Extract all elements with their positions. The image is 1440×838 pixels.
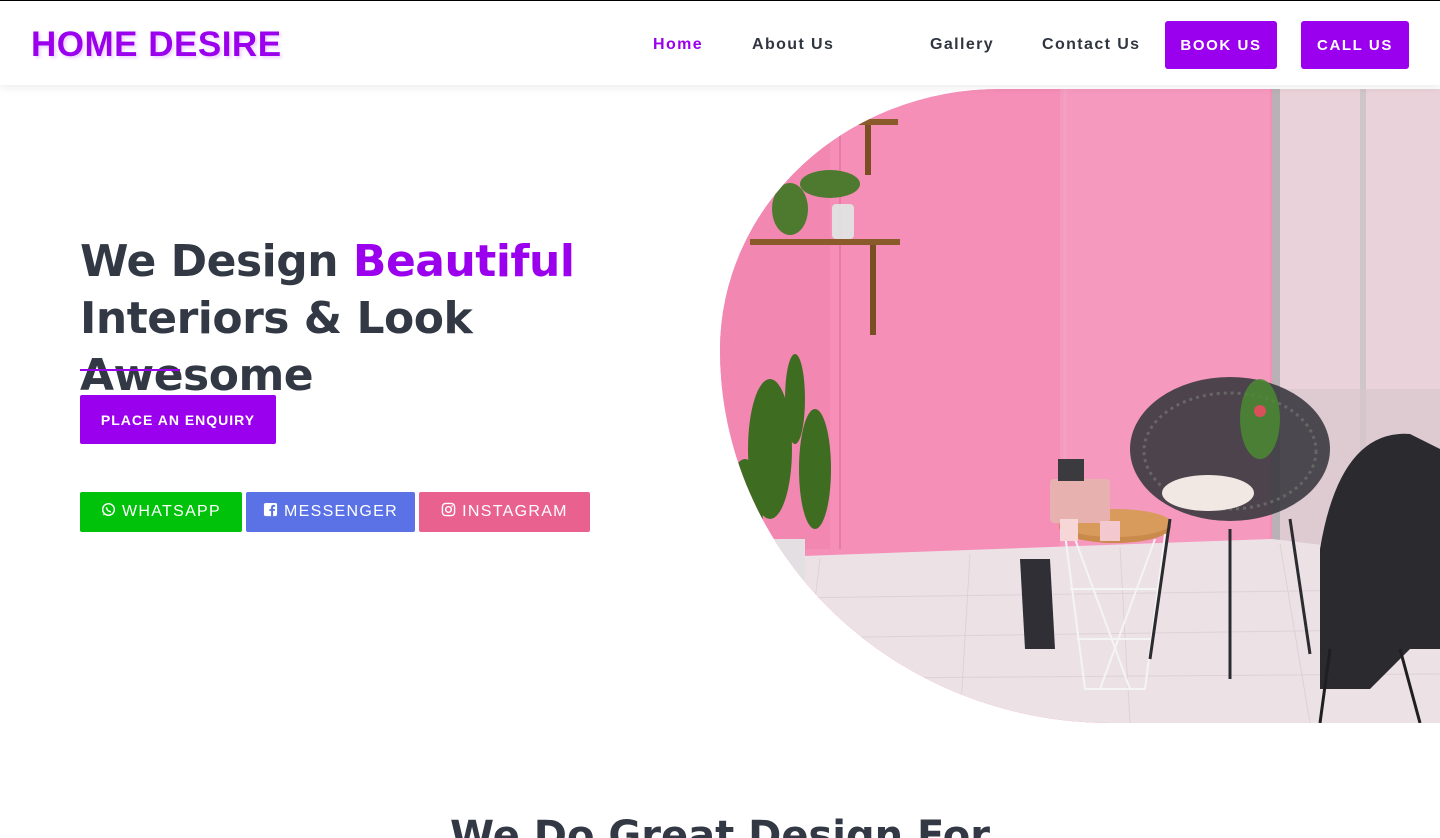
messenger-button[interactable]: MESSENGER [246,492,415,532]
headline-divider [80,369,180,371]
site-header: HOME DESIRE Home About Us Gallery Contac… [0,1,1440,85]
facebook-icon [263,502,278,522]
book-us-button[interactable]: BOOK US [1165,21,1277,69]
nav-link-home[interactable]: Home [653,35,703,55]
headline-accent: Beautiful [352,236,575,287]
whatsapp-icon [101,502,116,522]
instagram-icon [441,502,456,522]
messenger-label: MESSENGER [284,503,398,520]
hero-image [720,89,1440,723]
nav-link-gallery[interactable]: Gallery [930,35,994,55]
call-us-button[interactable]: CALL US [1301,21,1409,69]
instagram-button[interactable]: INSTAGRAM [419,492,590,532]
nav-link-contact-us[interactable]: Contact Us [1042,35,1140,55]
whatsapp-label: WHATSAPP [121,503,221,520]
instagram-label: INSTAGRAM [462,503,568,520]
headline-text-line2: Interiors & Look Awesome [80,293,473,401]
hero-headline: We Design Beautiful Interiors & Look Awe… [80,233,700,404]
whatsapp-button[interactable]: WHATSAPP [80,492,242,532]
section-title: We Do Great Design For [450,813,990,838]
headline-text: We Design [80,236,353,287]
place-enquiry-button[interactable]: PLACE AN ENQUIRY [80,395,276,444]
brand-logo[interactable]: HOME DESIRE [31,25,282,65]
nav-link-about-us[interactable]: About Us [752,35,834,55]
